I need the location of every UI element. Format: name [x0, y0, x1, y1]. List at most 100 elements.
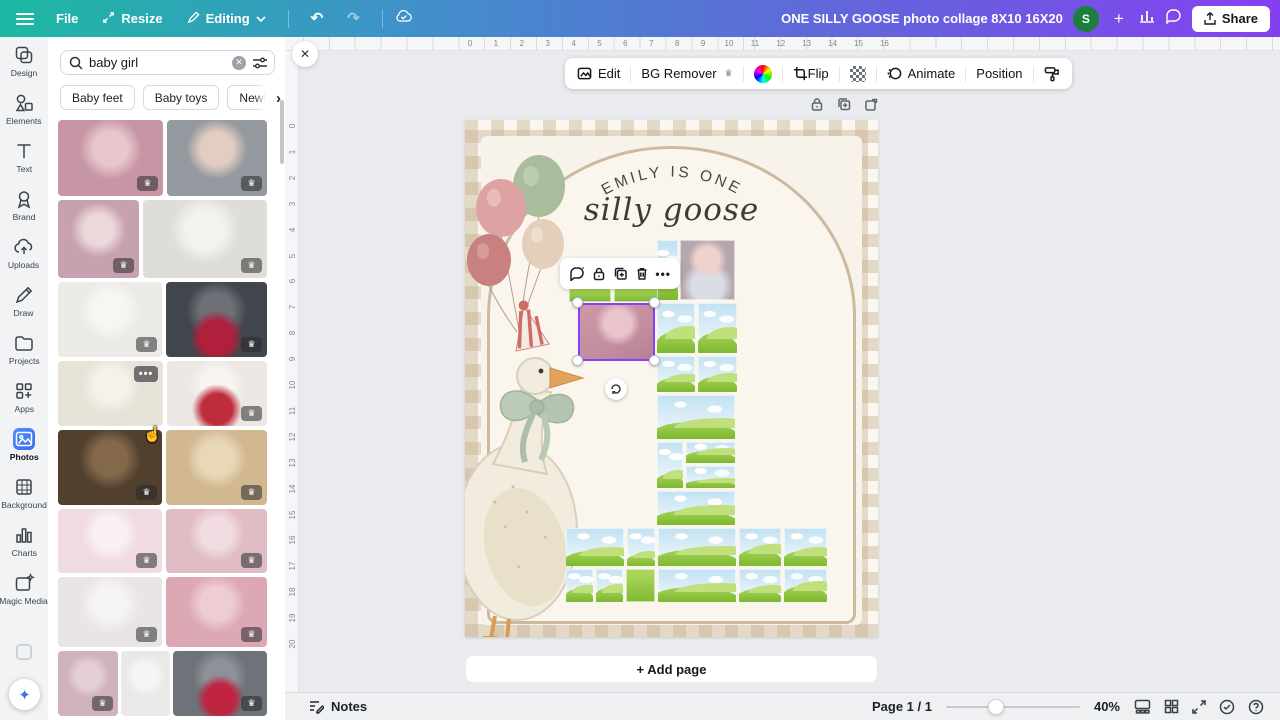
- comment-button[interactable]: [569, 266, 585, 281]
- clear-search-icon[interactable]: ✕: [232, 56, 246, 70]
- selection-handle-se[interactable]: [649, 355, 660, 366]
- bow-ribbon-illustration[interactable]: [491, 378, 583, 468]
- photo-result-16[interactable]: [121, 651, 170, 716]
- photo-result-1[interactable]: ♛: [58, 120, 163, 196]
- design-page[interactable]: EMILY IS ONE silly goose: [465, 120, 878, 637]
- collage-photo-placeholder[interactable]: [566, 569, 593, 602]
- selected-image[interactable]: [578, 303, 655, 361]
- photo-result-15[interactable]: ♛: [58, 651, 118, 716]
- editing-mode-menu[interactable]: Editing: [177, 6, 276, 32]
- zoom-slider[interactable]: [946, 699, 1080, 715]
- redo-button[interactable]: ↷: [337, 6, 370, 31]
- grid-view-icon[interactable]: [1164, 699, 1179, 714]
- sidebar-item-projects[interactable]: Projects: [0, 325, 48, 373]
- sidebar-item-charts[interactable]: Charts: [0, 517, 48, 565]
- collage-photo-placeholder[interactable]: [657, 491, 735, 525]
- duplicate-button[interactable]: [613, 266, 628, 281]
- main-menu-icon[interactable]: [16, 13, 34, 25]
- collage-photo-filled[interactable]: [680, 240, 735, 300]
- selection-handle-sw[interactable]: [572, 355, 583, 366]
- avatar[interactable]: S: [1073, 6, 1099, 32]
- photo-result-13[interactable]: ♛: [58, 577, 162, 647]
- crop-button[interactable]: [793, 66, 808, 81]
- chip-baby-toys[interactable]: Baby toys: [143, 85, 220, 110]
- lock-page-icon[interactable]: [810, 97, 824, 112]
- chip-baby-feet[interactable]: Baby feet: [60, 85, 135, 110]
- search-input[interactable]: [89, 55, 226, 70]
- bg-remover-button[interactable]: BG Remover ♛: [641, 66, 732, 81]
- selection-handle-nw[interactable]: [572, 297, 583, 308]
- photo-result-11[interactable]: ♛: [58, 509, 162, 573]
- rotate-handle[interactable]: [605, 378, 627, 400]
- photo-result-12[interactable]: ♛: [166, 509, 267, 573]
- sidebar-item-background[interactable]: Background: [0, 469, 48, 517]
- collage-photo-placeholder[interactable]: [698, 356, 737, 392]
- photo-result-8[interactable]: ♛: [167, 361, 267, 426]
- insights-icon[interactable]: [1139, 8, 1155, 29]
- photo-result-7[interactable]: •••: [58, 361, 163, 426]
- sidebar-item-brand[interactable]: Brand: [0, 181, 48, 229]
- sidebar-item-elements[interactable]: Elements: [0, 85, 48, 133]
- photo-result-14[interactable]: ♛: [166, 577, 267, 647]
- flip-button[interactable]: Flip: [808, 66, 829, 81]
- help-icon[interactable]: [1248, 699, 1264, 715]
- resize-menu[interactable]: Resize: [92, 6, 172, 32]
- collage-photo-placeholder[interactable]: [784, 569, 827, 602]
- collage-photo-placeholder[interactable]: [657, 442, 683, 488]
- sidebar-item-faded[interactable]: [0, 628, 48, 676]
- collage-photo-placeholder[interactable]: [686, 442, 735, 463]
- collage-photo-placeholder[interactable]: [784, 528, 827, 566]
- add-member-button[interactable]: +: [1109, 9, 1129, 29]
- zoom-slider-handle[interactable]: [988, 699, 1004, 715]
- sidebar-item-magic-media[interactable]: Magic Media: [0, 565, 48, 613]
- notes-button[interactable]: Notes: [308, 699, 367, 714]
- file-menu[interactable]: File: [46, 6, 88, 31]
- close-panel-button[interactable]: ✕: [292, 41, 318, 67]
- undo-button[interactable]: ↶: [301, 6, 334, 31]
- share-button[interactable]: Share: [1192, 6, 1270, 32]
- collage-photo-placeholder[interactable]: [657, 303, 695, 353]
- delete-button[interactable]: [635, 266, 649, 281]
- add-page-icon[interactable]: [864, 97, 878, 112]
- collage-photo-placeholder[interactable]: [627, 528, 655, 566]
- saved-check-icon[interactable]: [1219, 699, 1235, 715]
- collage-photo-placeholder[interactable]: [596, 569, 623, 602]
- position-button[interactable]: Position: [976, 66, 1022, 81]
- sidebar-item-text[interactable]: Text: [0, 133, 48, 181]
- collage-photo-placeholder[interactable]: [566, 528, 624, 566]
- photo-result-17[interactable]: ♛: [173, 651, 267, 716]
- photo-result-3[interactable]: ♛: [58, 200, 139, 278]
- search-box[interactable]: ✕: [60, 50, 275, 75]
- filter-icon[interactable]: [252, 56, 268, 70]
- photo-result-10[interactable]: ♛: [166, 430, 267, 505]
- edit-button[interactable]: Edit: [577, 66, 620, 81]
- collage-photo-placeholder[interactable]: [626, 569, 655, 602]
- duplicate-page-icon[interactable]: [837, 97, 851, 112]
- document-title[interactable]: ONE SILLY GOOSE photo collage 8X10 16X20: [781, 11, 1063, 26]
- photo-more-options[interactable]: •••: [134, 366, 158, 382]
- chips-scroll-right[interactable]: ›: [255, 85, 281, 111]
- photo-result-2[interactable]: ♛: [167, 120, 267, 196]
- sidebar-item-design[interactable]: Design: [0, 37, 48, 85]
- lock-button[interactable]: [592, 266, 606, 281]
- color-picker-button[interactable]: [754, 65, 772, 83]
- collage-photo-placeholder[interactable]: [739, 569, 781, 602]
- sidebar-item-photos[interactable]: Photos: [0, 421, 48, 469]
- photo-result-5[interactable]: ♛: [58, 282, 162, 357]
- comments-icon[interactable]: [1165, 8, 1182, 29]
- panel-scrollbar[interactable]: [280, 100, 284, 164]
- collage-photo-placeholder[interactable]: [657, 356, 695, 392]
- script-title-text[interactable]: silly goose: [465, 192, 878, 228]
- photo-result-6[interactable]: ♛: [166, 282, 267, 357]
- collage-photo-placeholder[interactable]: [657, 395, 735, 439]
- collage-photo-placeholder[interactable]: [658, 528, 736, 566]
- sidebar-item-draw[interactable]: Draw: [0, 277, 48, 325]
- add-page-button[interactable]: + Add page: [465, 655, 878, 683]
- collage-photo-placeholder[interactable]: [658, 569, 736, 602]
- photo-result-4[interactable]: ♛: [143, 200, 267, 278]
- collage-photo-placeholder[interactable]: [739, 528, 781, 566]
- ai-assistant-button[interactable]: ✦: [9, 679, 40, 710]
- zoom-slider-track[interactable]: [946, 706, 1080, 708]
- sidebar-item-apps[interactable]: Apps: [0, 373, 48, 421]
- selection-handle-ne[interactable]: [649, 297, 660, 308]
